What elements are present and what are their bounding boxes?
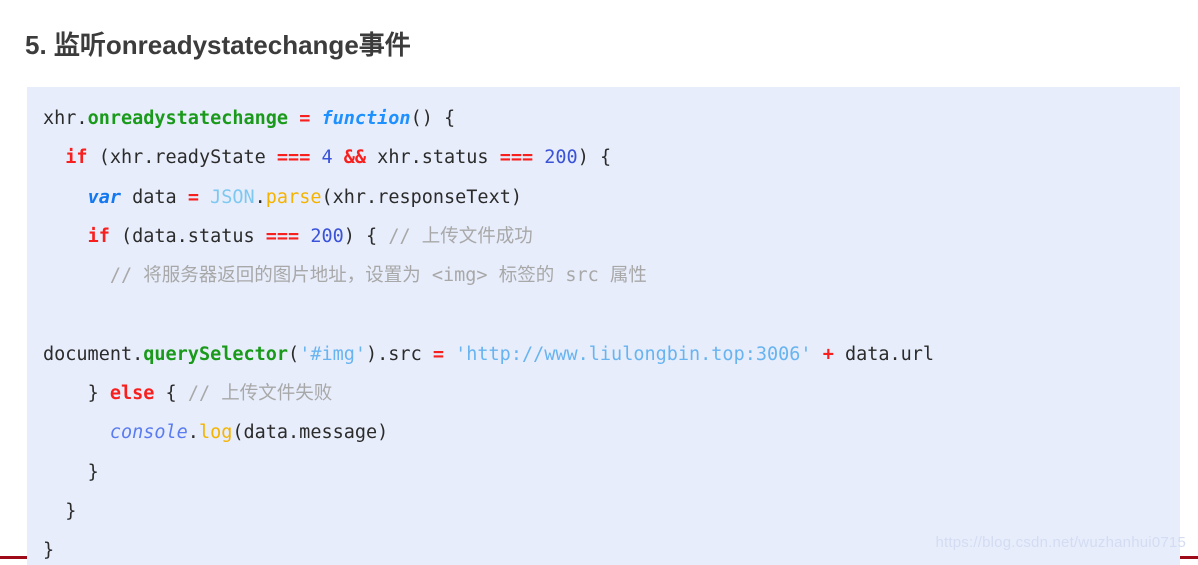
code-token-plain: (xhr.responseText) — [321, 186, 522, 208]
code-token-plain: { — [154, 383, 188, 405]
code-token-plain: } — [87, 461, 99, 483]
code-token-plain: ).src — [366, 343, 433, 365]
code-token-plain: () { — [410, 108, 456, 129]
code-token-op: = — [299, 108, 311, 129]
code-token-kw-var: var — [87, 186, 121, 208]
code-line: } — [27, 453, 1180, 492]
code-token-string: '#img' — [299, 343, 367, 365]
code-line: // 将服务器返回的图片地址，设置为 <img> 标签的 src 属性 — [27, 256, 1180, 295]
code-token-num: 200 — [310, 225, 344, 247]
code-token-plain: (data.status — [109, 225, 266, 247]
code-token-op: + — [822, 343, 834, 365]
code-token-func: function — [321, 108, 411, 129]
code-token-op: === — [276, 147, 311, 169]
code-token-op: && — [343, 147, 367, 169]
code-token-comment: // 将服务器返回的图片地址，设置为 <img> 标签的 src 属性 — [109, 265, 647, 287]
page-title: 5. 监听onreadystatechange事件 — [25, 30, 411, 61]
code-line: console.log(data.message) — [27, 413, 1180, 452]
code-token-plain: (data.message) — [232, 422, 389, 444]
code-token-keyword: if — [65, 147, 88, 169]
code-token-op: === — [265, 225, 300, 247]
code-line: if (xhr.readyState === 4 && xhr.status =… — [27, 138, 1180, 177]
code-token-comment: // 上传文件成功 — [388, 225, 533, 247]
code-line: var data = JSON.parse(xhr.responseText) — [27, 178, 1180, 217]
code-token-prop: querySelector — [143, 343, 289, 365]
code-token-plain: data.url — [833, 343, 935, 365]
code-token-class: JSON — [210, 186, 255, 208]
code-token-plain: } — [87, 383, 110, 405]
code-token-plain: (xhr.readyState — [87, 147, 277, 169]
code-token-num: 4 — [321, 147, 333, 169]
code-token-plain: } — [43, 540, 55, 562]
code-token-comment: // 上传文件失败 — [187, 383, 333, 405]
code-token-op: = — [432, 343, 444, 365]
code-token-op: === — [499, 147, 534, 169]
code-token-plain: . — [187, 422, 199, 444]
code-token-keyword: if — [87, 225, 110, 247]
code-token-plain: data — [120, 186, 188, 208]
code-token-keyword: else — [109, 383, 155, 405]
code-token-method: log — [198, 422, 233, 444]
code-line: document.querySelector('#img').src = 'ht… — [27, 335, 1180, 374]
code-token-plain: . — [132, 343, 144, 365]
code-body: xhr.onreadystatechange = function() { if… — [27, 99, 1180, 565]
code-token-plain: . — [254, 186, 266, 208]
code-token-method: parse — [265, 186, 322, 208]
code-token-plain: } — [65, 500, 77, 522]
code-token-plain: xhr.status — [366, 147, 500, 169]
code-line: xhr.onreadystatechange = function() { — [27, 99, 1180, 138]
code-token-console: console — [109, 422, 188, 444]
code-token-num: 200 — [544, 147, 578, 169]
code-line: if (data.status === 200) { // 上传文件成功 — [27, 217, 1180, 256]
code-token-op: = — [187, 186, 199, 208]
code-token-plain: . — [76, 108, 88, 129]
code-token-plain: document — [43, 343, 133, 365]
code-token-plain: ) { — [577, 147, 612, 169]
watermark: https://blog.csdn.net/wuzhanhui0715 — [935, 534, 1186, 551]
code-token-plain: ) { — [343, 225, 389, 247]
code-token-string: 'http://www.liulongbin.top:3006' — [455, 343, 812, 365]
code-block: xhr.onreadystatechange = function() { if… — [27, 87, 1180, 565]
code-line: } — [27, 492, 1180, 531]
code-token-plain: ( — [288, 343, 300, 365]
code-token-plain: xhr — [43, 108, 77, 129]
code-token-prop: onreadystatechange — [87, 108, 289, 129]
code-line: } else { // 上传文件失败 — [27, 374, 1180, 413]
